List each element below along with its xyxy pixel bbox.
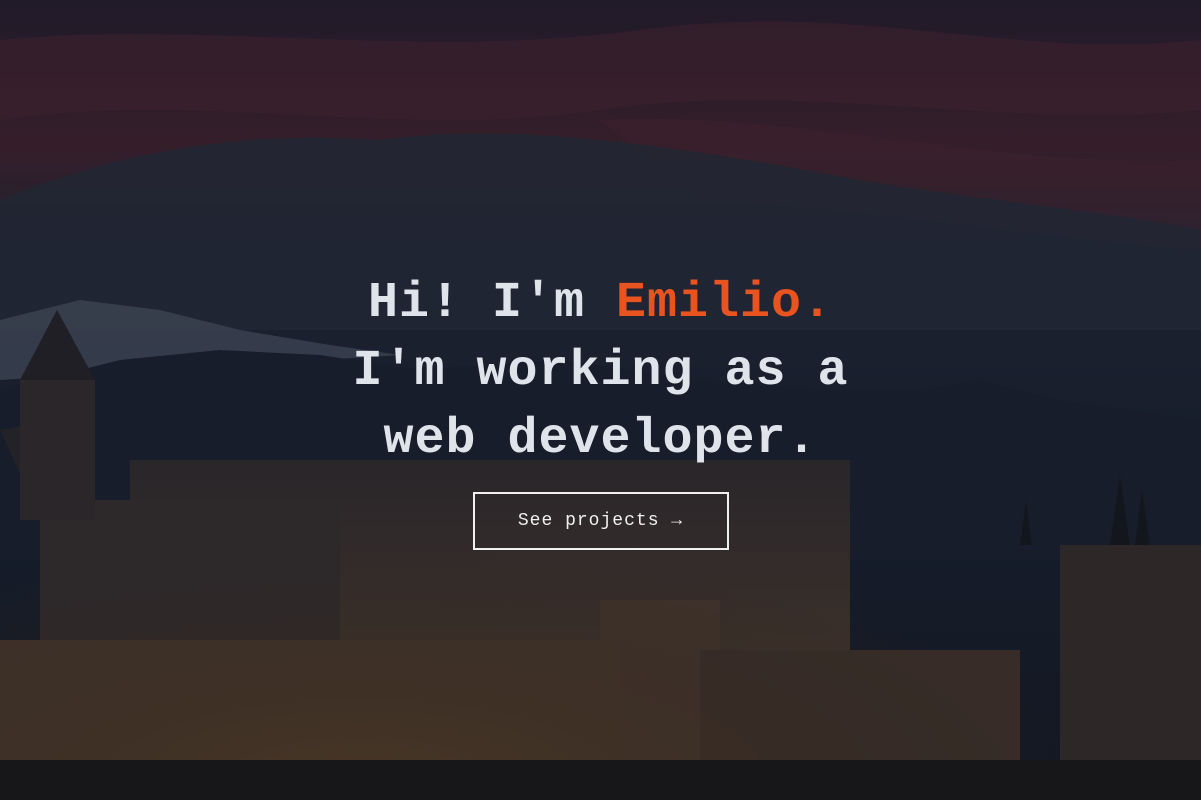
headline-line-2: I'm working as a [352, 343, 849, 400]
name-highlight: Emilio. [616, 275, 834, 332]
greeting-text: Hi! I'm [367, 275, 616, 332]
hero-section: Hi! I'm Emilio. I'm working as a web dev… [0, 0, 1201, 800]
see-projects-button[interactable]: See projects → [472, 492, 729, 550]
hero-content: Hi! I'm Emilio. I'm working as a web dev… [0, 270, 1201, 550]
headline-line-3: web developer. [383, 411, 818, 468]
hero-headline: Hi! I'm Emilio. I'm working as a web dev… [0, 270, 1201, 474]
headline-line-1: Hi! I'm Emilio. [0, 270, 1201, 338]
